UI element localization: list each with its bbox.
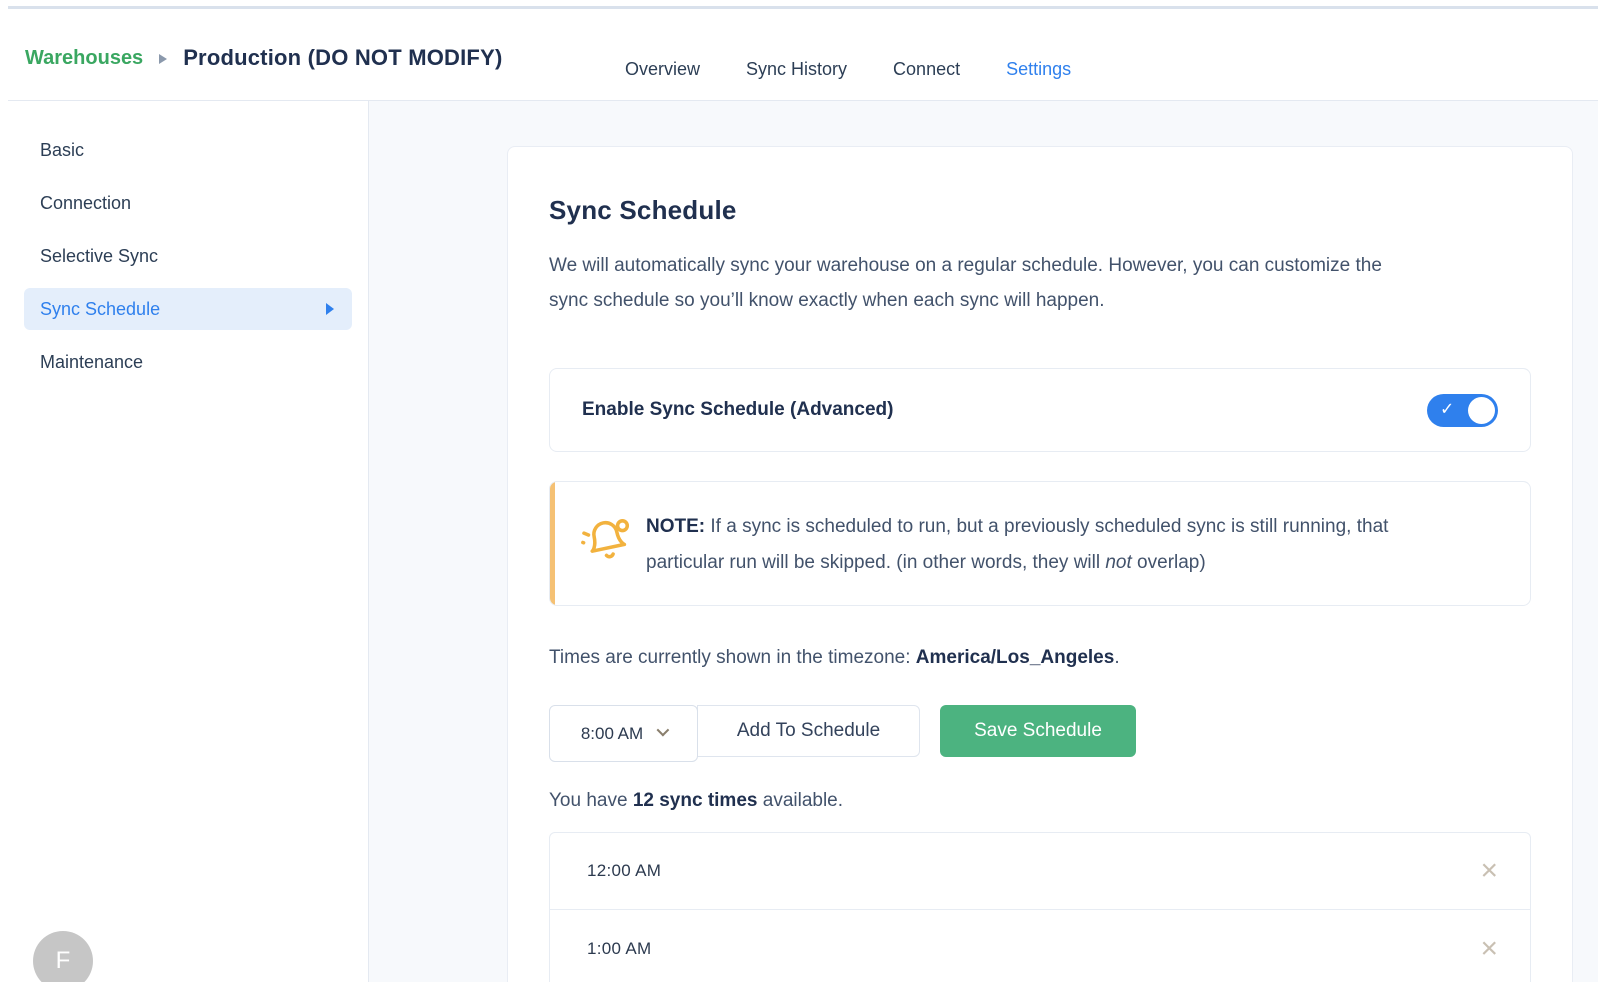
sidebar-item-selective-sync[interactable]: Selective Sync: [24, 235, 352, 277]
enable-sync-schedule-toggle[interactable]: ✓: [1427, 394, 1498, 427]
breadcrumb-warehouses-link[interactable]: Warehouses: [25, 47, 143, 70]
app-window: Warehouses Production (DO NOT MODIFY) Ov…: [0, 0, 1606, 982]
sync-time-label: 12:00 AM: [587, 861, 661, 881]
note-label: NOTE:: [646, 516, 705, 537]
active-arrow-icon: [326, 303, 334, 315]
sidebar-item-basic[interactable]: Basic: [24, 129, 352, 171]
header-tabs: OverviewSync HistoryConnectSettings: [625, 59, 1071, 100]
add-to-schedule-button[interactable]: Add To Schedule: [697, 705, 920, 757]
timezone-text: Times are currently shown in the timezon…: [549, 647, 1531, 669]
remove-time-icon[interactable]: ×: [1476, 856, 1502, 886]
toggle-knob: [1468, 397, 1495, 424]
note-callout: NOTE: If a sync is scheduled to run, but…: [549, 481, 1531, 606]
sidebar-item-label: Connection: [40, 193, 131, 214]
note-italic-word: not: [1105, 552, 1131, 573]
sidebar-nav: Basic Connection Selective Sync Sync Sch…: [8, 101, 368, 383]
sync-times-list: 12:00 AM × 1:00 AM ×: [549, 832, 1531, 982]
sidebar-item-sync-schedule[interactable]: Sync Schedule: [24, 288, 352, 330]
note-accent-bar: [550, 482, 555, 605]
sync-time-row: 12:00 AM ×: [550, 833, 1530, 910]
toggle-check-icon: ✓: [1440, 400, 1454, 420]
availability-count: 12 sync times: [633, 790, 758, 811]
enable-sync-schedule-row: Enable Sync Schedule (Advanced) ✓: [549, 368, 1531, 452]
sidebar-item-label: Basic: [40, 140, 84, 161]
sync-schedule-card: Sync Schedule We will automatically sync…: [507, 146, 1573, 982]
remove-time-icon[interactable]: ×: [1476, 934, 1502, 964]
sidebar-item-maintenance[interactable]: Maintenance: [24, 341, 352, 383]
avatar-initial: F: [56, 947, 71, 975]
breadcrumb-separator-icon: [159, 54, 167, 64]
description-line1: We will automatically sync your warehous…: [549, 248, 1531, 283]
content-area: Sync Schedule We will automatically sync…: [369, 101, 1598, 982]
sidebar-item-label: Sync Schedule: [40, 299, 160, 320]
schedule-description: We will automatically sync your warehous…: [549, 248, 1531, 318]
sidebar-item-label: Selective Sync: [40, 246, 158, 267]
breadcrumb: Warehouses Production (DO NOT MODIFY): [25, 45, 502, 71]
page-header: Warehouses Production (DO NOT MODIFY) Ov…: [8, 9, 1598, 101]
sync-times-availability: You have 12 sync times available.: [549, 790, 1531, 812]
description-line2: sync schedule so you’ll know exactly whe…: [549, 283, 1531, 318]
bell-icon: [578, 515, 634, 569]
save-schedule-button[interactable]: Save Schedule: [940, 705, 1136, 757]
breadcrumb-current-page: Production (DO NOT MODIFY): [183, 45, 502, 71]
avatar[interactable]: F: [33, 931, 93, 982]
time-select-value: 8:00 AM: [581, 724, 643, 744]
sidebar-item-label: Maintenance: [40, 352, 143, 373]
time-select[interactable]: 8:00 AM: [549, 705, 698, 762]
enable-sync-schedule-label: Enable Sync Schedule (Advanced): [582, 399, 893, 421]
schedule-controls: 8:00 AM Add To Schedule Save Schedule: [549, 705, 1531, 762]
timezone-value: America/Los_Angeles: [916, 647, 1115, 668]
sync-time-row: 1:00 AM ×: [550, 910, 1530, 982]
page-title: Sync Schedule: [549, 195, 1531, 226]
sidebar-item-connection[interactable]: Connection: [24, 182, 352, 224]
note-text: NOTE: If a sync is scheduled to run, but…: [646, 509, 1388, 581]
chevron-down-icon: [657, 724, 670, 737]
sync-time-label: 1:00 AM: [587, 939, 651, 959]
sidebar: Basic Connection Selective Sync Sync Sch…: [8, 101, 369, 982]
